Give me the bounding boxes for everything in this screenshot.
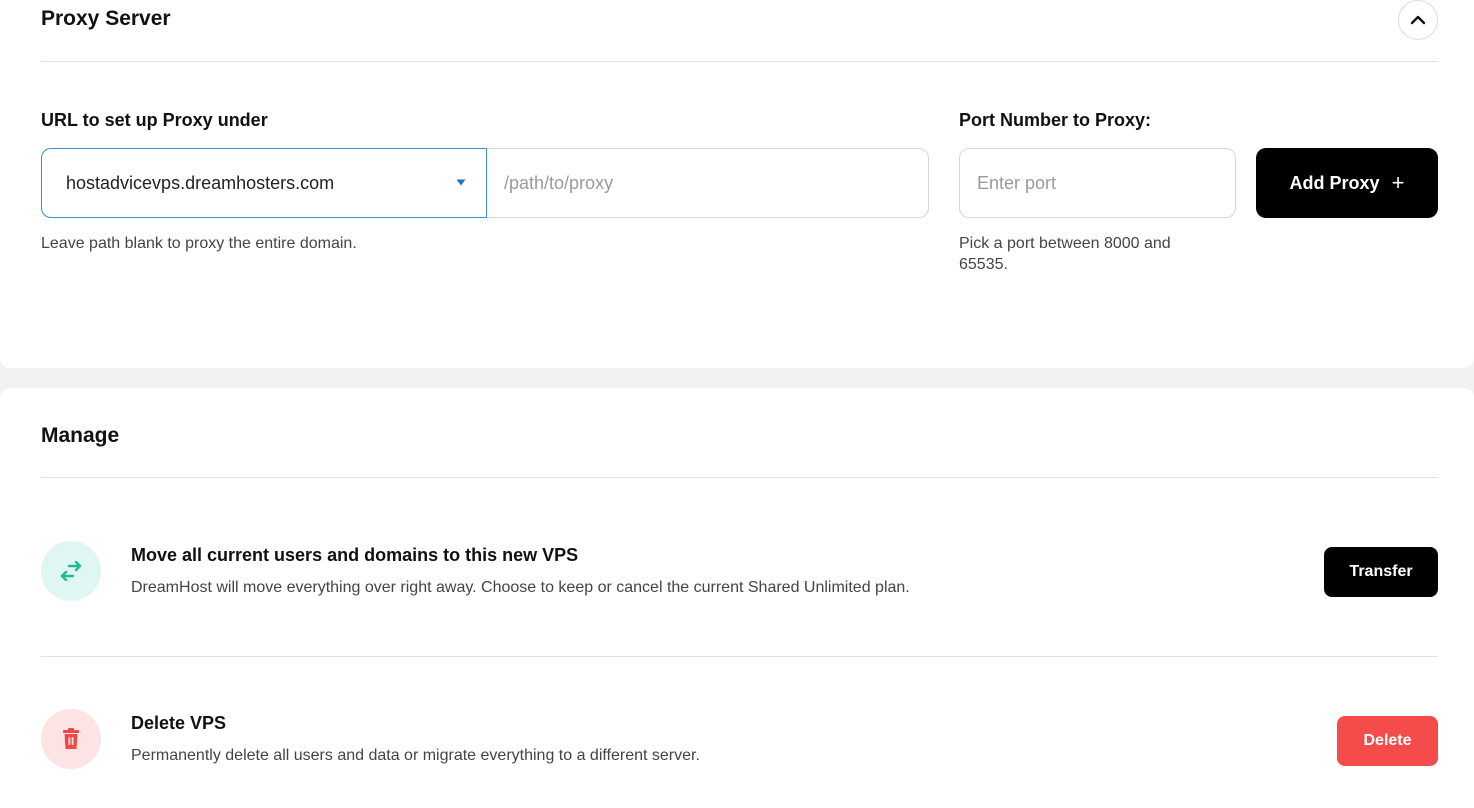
domain-select-value: hostadvicevps.dreamhosters.com xyxy=(66,172,335,193)
transfer-description: DreamHost will move everything over righ… xyxy=(131,579,910,596)
url-label: URL to set up Proxy under xyxy=(41,110,268,130)
port-help-text: Pick a port between 8000 and 65535. xyxy=(959,235,1171,273)
add-proxy-button[interactable]: Add Proxy + xyxy=(1256,148,1438,218)
manage-section-title: Manage xyxy=(41,424,120,447)
port-input[interactable] xyxy=(959,148,1236,218)
proxy-server-card: Proxy Server URL to set up Proxy under h… xyxy=(0,0,1474,368)
delete-title: Delete VPS xyxy=(131,713,227,733)
add-proxy-label: Add Proxy xyxy=(1289,172,1380,193)
delete-icon-badge xyxy=(41,709,101,769)
trash-icon xyxy=(63,728,79,749)
caret-down-icon xyxy=(456,179,466,186)
delete-description: Permanently delete all users and data or… xyxy=(131,747,700,764)
collapse-button[interactable] xyxy=(1398,0,1438,40)
transfer-icon-badge xyxy=(41,541,101,601)
path-help-text: Leave path blank to proxy the entire dom… xyxy=(41,235,357,252)
transfer-title: Move all current users and domains to th… xyxy=(131,545,579,565)
domain-select[interactable]: hostadvicevps.dreamhosters.com xyxy=(41,148,487,218)
delete-button[interactable]: Delete xyxy=(1337,716,1438,766)
manage-divider xyxy=(41,477,1438,478)
proxy-section-title: Proxy Server xyxy=(41,7,171,30)
path-input[interactable] xyxy=(488,149,928,217)
url-input-group: hostadvicevps.dreamhosters.com xyxy=(41,148,929,218)
manage-card xyxy=(0,388,1474,808)
port-label: Port Number to Proxy: xyxy=(959,110,1152,130)
proxy-divider xyxy=(41,61,1438,62)
row-divider xyxy=(41,656,1438,657)
transfer-button[interactable]: Transfer xyxy=(1324,547,1438,597)
chevron-up-icon xyxy=(1410,15,1426,25)
plus-icon: + xyxy=(1391,170,1405,195)
transfer-arrows-icon xyxy=(60,561,82,581)
